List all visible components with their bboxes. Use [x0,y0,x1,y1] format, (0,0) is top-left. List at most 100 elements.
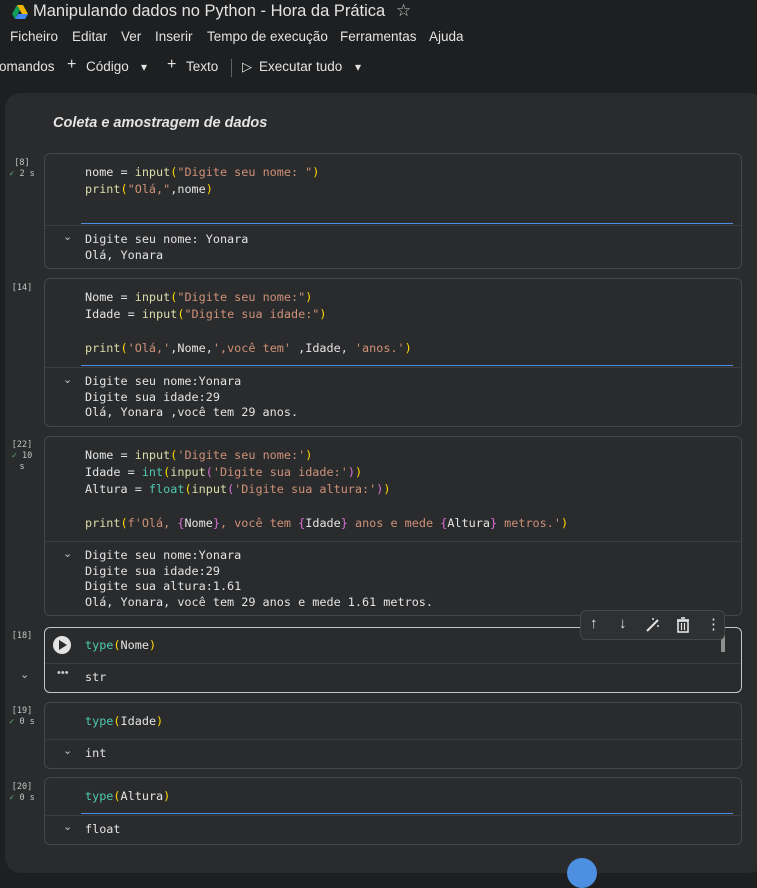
code-token: ) [148,638,157,652]
code-editor[interactable]: Nome = input("Digite seu nome:") Idade =… [85,289,412,357]
output-line: int [85,746,107,760]
output-divider [45,367,741,368]
more-output-icon[interactable]: ••• [57,667,69,679]
code-token: ( [113,714,121,728]
commands-button[interactable]: omandos [0,59,55,74]
menu-ver[interactable]: Ver [121,29,141,44]
code-line: type(Altura) [85,789,171,803]
code-cell[interactable]: nome = input("Digite seu nome: ") print(… [44,153,742,269]
code-line: print('Olá,',Nome,',você tem' ,Idade, 'a… [85,341,412,355]
code-editor[interactable]: type(Nome) [85,637,156,654]
chevron-down-icon[interactable]: ⌄ [63,373,72,386]
code-editor[interactable]: nome = input("Digite seu nome: ") print(… [85,164,319,198]
chevron-down-icon[interactable]: ⌄ [20,668,29,681]
execution-count: [18] [8,631,36,642]
code-token: ( [120,516,128,530]
exec-count-label: [8] [14,158,30,168]
menu-inserir[interactable]: Inserir [155,29,193,44]
run-all-button[interactable]: Executar tudo [259,59,342,74]
code-cell[interactable]: type(Idade) ⌄ int [44,702,742,769]
code-token: ) [305,448,313,462]
notebook-title[interactable]: Manipulando dados no Python - Hora da Pr… [33,2,385,21]
duration-label: 0 s [19,793,35,803]
code-token: input [170,465,206,479]
code-cell[interactable]: type(Altura) ⌄ float [44,777,742,845]
code-token: ) [163,789,171,803]
code-line: type(Idade) [85,714,164,728]
menu-bar: Ficheiro Editar Ver Inserir Tempo de exe… [0,27,757,47]
code-token: int [141,465,164,479]
code-token: ) [312,165,320,179]
output-line: str [85,670,107,684]
code-token: ) [404,341,412,355]
chevron-down-icon[interactable]: ⌄ [63,820,72,833]
output-divider [45,225,741,226]
move-up-icon[interactable]: ↑ [590,615,598,632]
menu-ficheiro[interactable]: Ficheiro [10,29,58,44]
menu-ferramentas[interactable]: Ferramentas [340,29,417,44]
menu-ajuda[interactable]: Ajuda [429,29,464,44]
code-token: ) [205,182,213,196]
menu-tempo-de-execucao[interactable]: Tempo de execução [207,29,328,44]
drive-logo-icon [12,5,28,19]
code-editor[interactable]: Nome = input('Digite seu nome:') Idade =… [85,447,568,532]
chevron-down-icon[interactable]: ⌄ [63,547,72,560]
toolbar-divider [231,59,232,77]
check-icon: ✓ [11,451,17,461]
check-icon: ✓ [9,169,15,179]
code-cell[interactable]: Nome = input("Digite seu nome:") Idade =… [44,278,742,427]
output-divider [45,739,741,740]
code-token: anos e mede [347,516,441,530]
code-token: input [134,290,171,304]
code-token: } [212,516,220,530]
output-line: Digite seu nome: Yonara [85,232,249,246]
check-icon: ✓ [9,793,15,803]
code-token: print [85,341,121,355]
code-token: metros.' [497,516,561,530]
code-token: "Digite seu nome: " [177,165,313,179]
run-cell-button[interactable] [53,636,71,654]
exec-count-label: [18] [11,631,33,641]
code-line: nome = input("Digite seu nome: ") [85,165,320,179]
delete-icon[interactable] [676,617,690,633]
run-all-dropdown-icon[interactable]: ▾ [355,60,361,74]
code-editor[interactable]: type(Idade) [85,713,163,730]
output-line: Digite seu nome:Yonara [85,548,242,562]
code-token: ) [305,290,313,304]
code-token: ( [205,465,213,479]
add-code-button[interactable]: Código [86,59,129,74]
code-editor[interactable]: type(Altura) [85,788,170,805]
chevron-down-icon[interactable]: ⌄ [63,744,72,757]
play-icon: ▷ [242,59,252,74]
code-token: f'Olá, [127,516,178,530]
menu-editar[interactable]: Editar [72,29,107,44]
cell-output: Digite seu nome: Yonara Olá, Yonara [85,232,248,263]
editor-focus-line [81,813,733,814]
code-token: { [440,516,448,530]
output-line: Olá, Yonara ,você tem 29 anos. [85,405,299,419]
cell-output: Digite seu nome:Yonara Digite sua idade:… [85,548,433,610]
execution-count: [22] ✓ 10 s [8,440,36,473]
code-cell[interactable]: Nome = input('Digite seu nome:') Idade =… [44,436,742,616]
chevron-down-icon[interactable]: ⌄ [63,230,72,243]
output-line: Olá, Yonara, você tem 29 anos e mede 1.6… [85,594,434,609]
floating-action-button[interactable] [567,858,597,888]
code-token: "Digite seu nome:" [177,290,306,304]
execution-count: [8] ✓ 2 s [8,158,36,180]
code-token: ( [184,482,192,496]
code-line: type(Nome) [85,638,157,652]
more-options-icon[interactable]: ⋮ [706,615,721,633]
code-token: ) [347,465,355,479]
add-text-button[interactable]: Texto [186,59,218,74]
edit-icon[interactable] [645,617,661,633]
execution-count: [14] [8,283,36,294]
notebook-toolbar: omandos + Código ▾ + Texto ▷ Executar tu… [0,55,757,81]
star-icon[interactable]: ☆ [396,1,411,21]
output-line: Digite sua idade:29 [85,389,220,404]
check-icon: ✓ [9,717,15,727]
output-divider [45,815,741,816]
code-token: ) [319,307,327,321]
code-dropdown-icon[interactable]: ▾ [141,60,147,74]
code-token: { [298,516,306,530]
move-down-icon[interactable]: ↓ [619,615,627,632]
